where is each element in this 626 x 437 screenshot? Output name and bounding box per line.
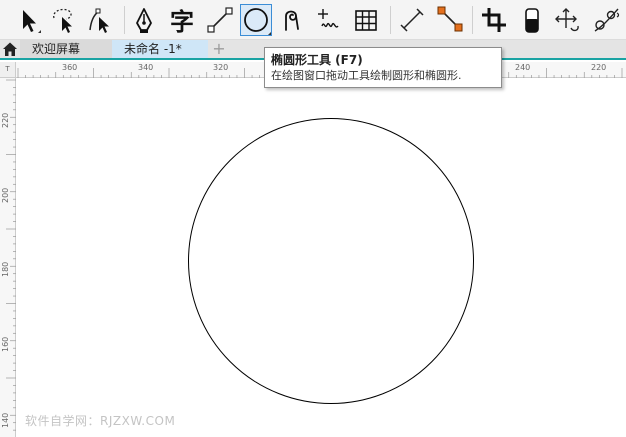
horizontal-ruler-label: 340 [138,63,154,72]
eraser-icon [525,8,539,33]
text-character-icon: 字 [170,8,194,36]
eraser-tool[interactable] [516,4,548,36]
horizontal-ruler-label: 220 [591,63,607,72]
tooltip-description: 在绘图窗口拖动工具绘制圆形和椭圆形. [271,69,462,82]
toolbar-separator [390,6,391,34]
dimension-line-icon [400,8,424,32]
pan-move-icon [555,8,579,32]
shape-tool[interactable] [84,4,116,36]
horizontal-ruler-label: 360 [62,63,78,72]
ruler-corner[interactable]: T [0,62,16,78]
drawn-circle[interactable] [188,118,474,404]
ellipse-tool-tooltip: 椭圆形工具 (F7) 在绘图窗口拖动工具绘制圆形和椭圆形. [264,47,502,88]
ellipse-tool[interactable] [240,4,272,36]
freehand-tool[interactable] [312,4,344,36]
lasso-arrow-icon [53,8,72,33]
vertical-ruler[interactable]: 220 200 180 160 140 [0,78,16,437]
pen-nib-icon [136,8,152,33]
table-tool[interactable] [350,4,382,36]
vertical-ruler-label: 220 [1,112,10,128]
blend-tool[interactable] [590,4,622,36]
canvas-drawing-layer [188,118,474,404]
spiral-tool[interactable] [276,4,308,36]
spiral-icon [285,10,299,31]
blend-icon [594,8,620,32]
svg-text:字: 字 [170,8,194,36]
freehand-pick-tool[interactable] [46,4,78,36]
table-icon [355,10,377,31]
connector-tool[interactable] [434,4,466,36]
vertical-ruler-ticks [6,79,16,431]
horizontal-ruler-label: 320 [213,63,229,72]
line-icon [207,7,233,33]
toolbar-separator [124,6,125,34]
vertical-ruler-label: 180 [1,261,10,277]
home-button[interactable] [0,40,20,58]
pan-tool[interactable] [552,4,584,36]
text-tool[interactable]: 字 [166,4,198,36]
pick-tool[interactable] [12,4,44,36]
ellipse-icon [244,8,271,35]
shape-edit-icon [89,8,109,33]
toolbox: 字 [0,0,626,40]
vertical-ruler-label: 160 [1,336,10,352]
crop-icon [482,8,506,32]
dimension-tool[interactable] [396,4,428,36]
vertical-ruler-label: 140 [1,412,10,428]
add-tab-button[interactable]: + [210,40,228,58]
home-icon [3,42,17,56]
connector-icon [437,6,463,32]
watermark: 软件自学网：RJZXW.COM [25,414,176,428]
horizontal-ruler-label: 240 [515,63,531,72]
squiggle-icon [318,9,339,28]
vertical-ruler-label: 200 [1,187,10,203]
tab-welcome-screen[interactable]: 欢迎屏幕 [20,40,112,58]
crop-tool[interactable] [478,4,510,36]
artistic-media-tool[interactable] [128,4,160,36]
tab-untitled-document[interactable]: 未命名 -1* [112,40,208,58]
arrow-cursor-icon [23,10,41,33]
tooltip-title: 椭圆形工具 (F7) [271,53,363,67]
drawing-canvas[interactable] [17,79,626,437]
line-tool[interactable] [204,4,236,36]
toolbar-separator [472,6,473,34]
